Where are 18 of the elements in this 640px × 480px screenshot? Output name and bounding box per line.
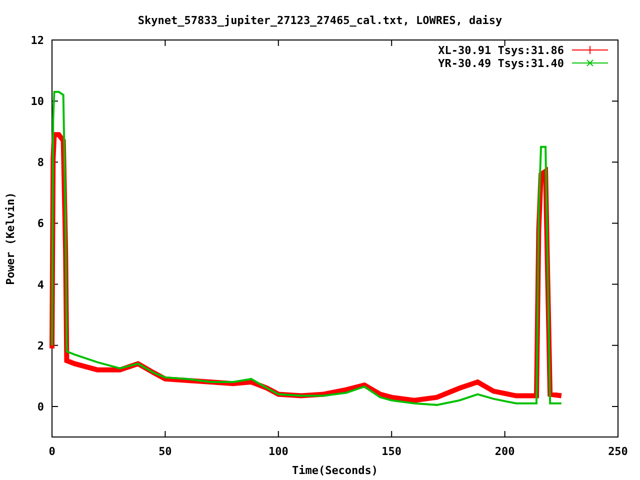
y-tick-label: 8 bbox=[37, 156, 44, 170]
x-tick-label: 250 bbox=[608, 445, 628, 458]
y-tick-label: 0 bbox=[37, 400, 44, 414]
y-tick-label: 2 bbox=[37, 339, 44, 352]
legend-label: YR-30.49 Tsys:31.40 bbox=[438, 57, 564, 70]
x-tick-label: 0 bbox=[48, 445, 56, 458]
x-tick-label: 200 bbox=[494, 445, 515, 458]
x-tick-label: 150 bbox=[382, 445, 402, 458]
y-tick-label: 10 bbox=[30, 95, 44, 108]
y-tick-label: 6 bbox=[37, 217, 44, 230]
x-axis-title: Time(Seconds) bbox=[292, 464, 378, 477]
x-tick-label: 50 bbox=[158, 445, 172, 458]
y-tick-label: 4 bbox=[37, 278, 44, 292]
legend-label: XL-30.91 Tsys:31.86 bbox=[438, 44, 564, 57]
chart-title: Skynet_57833_jupiter_27123_27465_cal.txt, LOWRES, daisy bbox=[138, 14, 502, 27]
y-tick-label: 12 bbox=[30, 34, 44, 47]
y-axis-title: Power (Kelvin) bbox=[4, 192, 17, 285]
x-tick-label: 100 bbox=[268, 445, 288, 458]
